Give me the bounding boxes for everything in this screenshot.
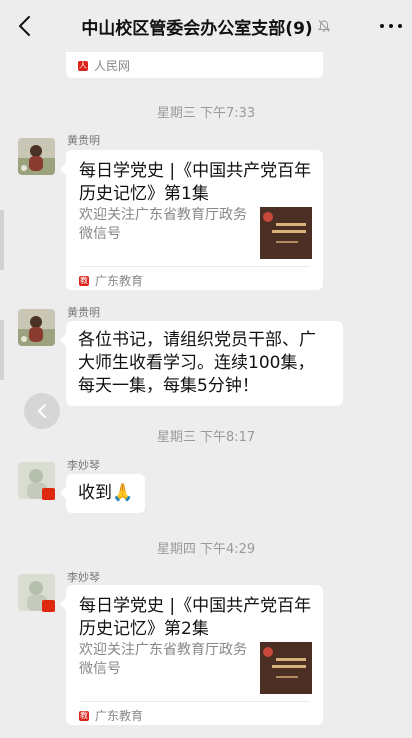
chat-header: 中山校区管委会办公室支部(9): [0, 0, 412, 52]
card-description: 欢迎关注广东省教育厅政务微信号: [79, 207, 247, 242]
edge-strip: [0, 210, 4, 270]
card-source: 教 广东教育: [79, 707, 143, 724]
article-card[interactable]: 每日学党史 |《中国共产党百年历史记忆》第1集 欢迎关注广东省教育厅政务微信号 …: [60, 150, 323, 290]
avatar[interactable]: [18, 138, 55, 175]
source-logo-icon: 教: [79, 275, 89, 286]
text-message-bubble[interactable]: 各位书记，请组织党员干部、广大师生收看学习。连续100集，每天一集，每集5分钟！: [60, 321, 343, 406]
avatar[interactable]: [18, 309, 55, 346]
back-arrow-icon[interactable]: [14, 14, 36, 38]
card-source-label: 广东教育: [95, 274, 144, 288]
more-icon[interactable]: [380, 16, 402, 36]
collapse-arrow-button[interactable]: [24, 393, 60, 429]
edge-strip: [0, 320, 4, 380]
card-description: 欢迎关注广东省教育厅政务微信号: [79, 642, 247, 677]
time-divider: 星期三 下午7:33: [156, 106, 256, 121]
card-divider: [79, 266, 310, 267]
source-logo-icon: 人: [78, 60, 88, 71]
time-divider: 星期四 下午4:29: [156, 542, 256, 557]
card-thumbnail: [260, 207, 312, 259]
collapse-arrow-icon: [38, 404, 46, 418]
card-source-label: 人民网: [94, 59, 131, 73]
card-thumbnail: [260, 642, 312, 694]
sender-name: 李妙琴: [67, 459, 100, 472]
article-card[interactable]: 每日学党史 |《中国共产党百年历史记忆》第2集 欢迎关注广东省教育厅政务微信号 …: [60, 585, 323, 725]
card-title: 每日学党史 |《中国共产党百年历史记忆》第1集: [79, 161, 312, 204]
card-divider: [79, 701, 310, 702]
sender-name: 李妙琴: [67, 571, 100, 584]
mute-bell-icon: [317, 20, 330, 32]
flag-badge-icon: [42, 488, 55, 500]
sender-name: 黄贵明: [67, 306, 100, 319]
text-message-bubble[interactable]: 收到🙏: [59, 474, 146, 513]
sender-name: 黄贵明: [67, 134, 100, 147]
chat-message-list: 人 人民网 星期三 下午7:33 黄贵明 每日学党史 |《中国共产党百年历史记忆…: [0, 0, 412, 738]
card-source: 人 人民网: [78, 57, 130, 74]
time-divider: 星期三 下午8:17: [156, 430, 256, 445]
card-title: 每日学党史 |《中国共产党百年历史记忆》第2集: [79, 596, 312, 639]
chat-title: 中山校区管委会办公室支部(9): [81, 18, 313, 39]
card-source: 教 广东教育: [79, 272, 143, 289]
card-source-label: 广东教育: [95, 709, 144, 723]
source-logo-icon: 教: [79, 710, 89, 721]
flag-badge-icon: [42, 600, 55, 612]
